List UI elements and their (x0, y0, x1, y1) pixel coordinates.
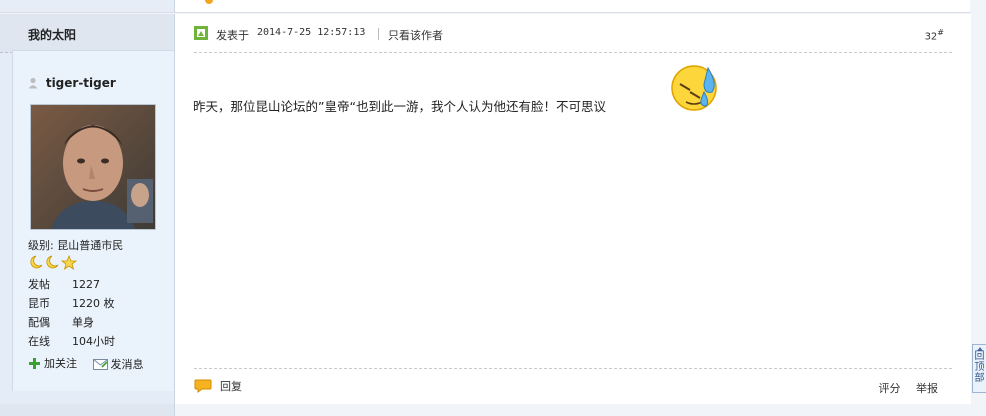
user-icon (28, 77, 38, 89)
stat-coins: 昆币 1220 枚 (28, 295, 115, 311)
stat-value: 1227 (72, 278, 100, 291)
stat-value: 单身 (72, 316, 94, 329)
username-row[interactable]: tiger-tiger (28, 76, 116, 90)
header-divider (378, 28, 379, 40)
stat-spouse: 配偶 单身 (28, 314, 94, 330)
stat-label: 在线 (28, 335, 50, 348)
report-link[interactable]: 举报 (916, 382, 938, 395)
post-footer: 回复 评分 举报 (194, 368, 952, 395)
post-content: 昨天，那位昆山论坛的”皇帝“也到此一游，我个人认为他还有脸！不可思议 (193, 99, 606, 114)
reply-bubble-icon (194, 379, 212, 393)
stat-label: 发帖 (28, 278, 50, 291)
previous-post-sidebar-edge (0, 0, 175, 12)
floor-suffix: # (937, 28, 944, 37)
send-message-button[interactable]: 发消息 (92, 356, 144, 372)
rate-link[interactable]: 评分 (879, 382, 901, 395)
only-author-link[interactable]: 只看该作者 (388, 27, 443, 43)
board-name: 我的太阳 (28, 28, 77, 42)
stat-value: 1220 枚 (72, 297, 115, 310)
posted-label: 发表于 (216, 29, 249, 42)
posted-date: 2014-7-25 12:57:13 (257, 27, 366, 38)
stat-label: 昆币 (28, 297, 50, 310)
avatar[interactable] (30, 104, 156, 230)
user-actions: 加关注 发消息 (28, 355, 156, 373)
stat-label: 配偶 (28, 316, 50, 329)
post-icon (194, 26, 208, 40)
follow-label[interactable]: 加关注 (44, 355, 77, 371)
post-panel (174, 14, 971, 404)
stat-online: 在线 104小时 (28, 333, 115, 349)
follow-button[interactable]: 加关注 (28, 355, 77, 371)
envelope-icon (92, 358, 108, 370)
username[interactable]: tiger-tiger (46, 76, 116, 90)
back-to-top-button[interactable]: 回顶部 (972, 344, 986, 393)
stat-value: 104小时 (72, 335, 115, 348)
reply-label[interactable]: 回复 (220, 378, 242, 394)
sweating-face-icon (671, 65, 717, 111)
sidebar-header: 我的太阳 (0, 14, 174, 53)
back-to-top-label[interactable]: 回顶部 (975, 351, 985, 384)
plus-icon (29, 357, 40, 369)
user-level: 级别: 昆山普通市民 (28, 239, 124, 252)
stat-posts: 发帖 1227 (28, 276, 100, 292)
reply-button[interactable]: 回复 (194, 378, 242, 394)
floor-value: 32 (924, 31, 938, 43)
post-header: 发表于 2014-7-25 12:57:13 只看该作者 32# (194, 26, 952, 53)
rank-moons-icon (30, 254, 78, 270)
next-post-sidebar-edge (0, 404, 175, 416)
post-footer-actions: 评分 举报 (867, 380, 939, 396)
message-label[interactable]: 发消息 (111, 356, 144, 372)
floor-number[interactable]: 32# (925, 28, 944, 42)
